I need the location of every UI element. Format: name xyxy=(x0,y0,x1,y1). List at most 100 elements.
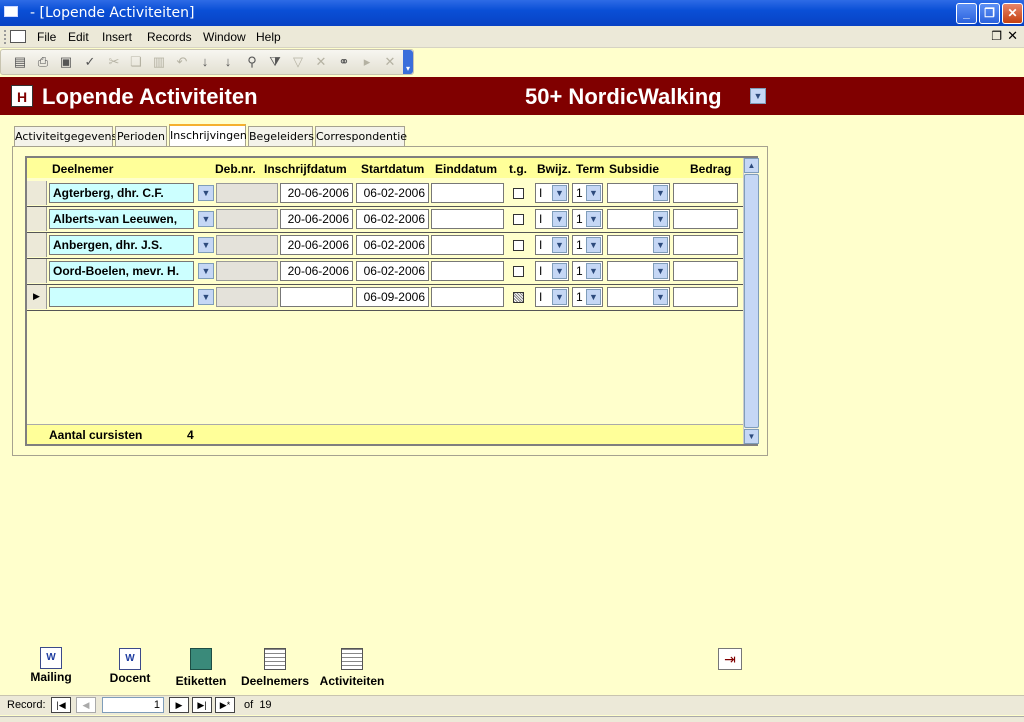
bedrag-field[interactable] xyxy=(673,209,738,229)
current-record-input[interactable]: 1 xyxy=(102,697,164,713)
print-icon[interactable]: ⎙ xyxy=(34,54,52,70)
startdatum-field[interactable]: 06-02-2006 xyxy=(356,235,429,255)
menu-window[interactable]: Window xyxy=(203,30,246,44)
first-record-icon[interactable]: |◀ xyxy=(51,697,71,713)
delete-record-icon[interactable]: ✕ xyxy=(381,54,399,70)
menu-edit[interactable]: Edit xyxy=(68,30,89,44)
deelnemer-dropdown-icon[interactable]: ▼ xyxy=(198,237,214,253)
view-icon[interactable]: ▤ xyxy=(11,54,29,70)
subsidie-combo[interactable]: ▼ xyxy=(607,235,670,255)
tab-inschrijvingen[interactable]: Inschrijvingen xyxy=(169,124,247,146)
find-icon[interactable]: ⚭ xyxy=(335,54,353,70)
bwijz-dropdown-icon[interactable]: ▼ xyxy=(552,237,567,253)
tab-activiteitgegevens[interactable]: Activiteitgegevens xyxy=(14,126,117,146)
exit-door-icon[interactable]: ⇥ xyxy=(718,648,742,670)
toolbar-grip[interactable] xyxy=(4,30,7,44)
form-control-icon[interactable] xyxy=(10,30,26,43)
tab-perioden[interactable]: Perioden xyxy=(115,126,167,146)
bwijz-combo[interactable]: I ▼ xyxy=(535,261,569,281)
apply-filter-icon[interactable]: ▽ xyxy=(289,54,307,70)
inschrijfdatum-field[interactable]: 20-06-2006 xyxy=(280,261,353,281)
maximize-button[interactable]: ❐ xyxy=(979,3,1000,24)
bedrag-field[interactable] xyxy=(673,235,738,255)
undo-icon[interactable]: ↶ xyxy=(173,54,191,70)
deelnemer-field[interactable]: Oord-Boelen, mevr. H. xyxy=(49,261,194,281)
bwijz-combo[interactable]: I ▼ xyxy=(535,235,569,255)
bwijz-combo[interactable]: I ▼ xyxy=(535,209,569,229)
tg-checkbox[interactable] xyxy=(513,188,524,199)
scroll-down-icon[interactable]: ▼ xyxy=(744,429,759,444)
subsidie-dropdown-icon[interactable]: ▼ xyxy=(653,185,668,201)
deelnemer-field[interactable]: Agterberg, dhr. C.F. xyxy=(49,183,194,203)
cut-icon[interactable]: ✂ xyxy=(105,54,123,70)
einddatum-field[interactable] xyxy=(431,235,504,255)
bwijz-dropdown-icon[interactable]: ▼ xyxy=(552,185,567,201)
deelnemer-dropdown-icon[interactable]: ▼ xyxy=(198,289,214,305)
einddatum-field[interactable] xyxy=(431,183,504,203)
inschrijfdatum-field[interactable] xyxy=(280,287,353,307)
toolbar-options-icon[interactable]: ▾ xyxy=(403,50,413,74)
minimize-button[interactable]: _ xyxy=(956,3,977,24)
scroll-up-icon[interactable]: ▲ xyxy=(744,158,759,173)
tg-checkbox[interactable] xyxy=(513,214,524,225)
scroll-thumb[interactable] xyxy=(744,174,759,428)
subsidie-dropdown-icon[interactable]: ▼ xyxy=(653,289,668,305)
filter-by-form-icon[interactable]: ⧩ xyxy=(266,54,284,70)
bwijz-dropdown-icon[interactable]: ▼ xyxy=(552,289,567,305)
bedrag-field[interactable] xyxy=(673,183,738,203)
menu-file[interactable]: File xyxy=(37,30,56,44)
tg-checkbox[interactable] xyxy=(513,240,524,251)
subsidie-combo[interactable]: ▼ xyxy=(607,209,670,229)
inschrijfdatum-field[interactable]: 20-06-2006 xyxy=(280,183,353,203)
vertical-scrollbar[interactable]: ▲ ▼ xyxy=(743,158,759,444)
previous-record-icon[interactable]: ◀ xyxy=(76,697,96,713)
bwijz-combo[interactable]: I ▼ xyxy=(535,183,569,203)
term-dropdown-icon[interactable]: ▼ xyxy=(586,237,601,253)
filter-by-selection-icon[interactable]: ⚲ xyxy=(243,54,261,70)
tg-checkbox[interactable] xyxy=(513,266,524,277)
paste-icon[interactable]: ▥ xyxy=(150,54,168,70)
deelnemers-button[interactable]: Deelnemers xyxy=(236,648,314,688)
record-selector[interactable] xyxy=(27,233,47,257)
debnr-field[interactable] xyxy=(216,209,278,229)
deelnemer-dropdown-icon[interactable]: ▼ xyxy=(198,263,214,279)
close-document-button[interactable]: ✕ xyxy=(1007,28,1018,44)
startdatum-field[interactable]: 06-02-2006 xyxy=(356,261,429,281)
menu-insert[interactable]: Insert xyxy=(102,30,132,44)
term-dropdown-icon[interactable]: ▼ xyxy=(586,289,601,305)
current-record-indicator-icon[interactable]: ▶ xyxy=(27,285,47,309)
deelnemer-dropdown-icon[interactable]: ▼ xyxy=(198,211,214,227)
subsidie-dropdown-icon[interactable]: ▼ xyxy=(653,263,668,279)
subsidie-dropdown-icon[interactable]: ▼ xyxy=(653,211,668,227)
tab-begeleiders[interactable]: Begeleiders xyxy=(248,126,314,146)
deelnemer-dropdown-icon[interactable]: ▼ xyxy=(198,185,214,201)
debnr-field[interactable] xyxy=(216,287,278,307)
activiteiten-button[interactable]: Activiteiten xyxy=(315,648,389,688)
bedrag-field[interactable] xyxy=(673,261,738,281)
spellcheck-icon[interactable]: ✓ xyxy=(81,54,99,70)
subsidie-combo[interactable]: ▼ xyxy=(607,287,670,307)
debnr-field[interactable] xyxy=(216,235,278,255)
app-icon[interactable] xyxy=(4,6,18,17)
deelnemer-field[interactable] xyxy=(49,287,194,307)
record-selector[interactable] xyxy=(27,181,47,205)
save-icon[interactable]: ▣ xyxy=(57,54,75,70)
close-button[interactable]: ✕ xyxy=(1002,3,1023,24)
menu-records[interactable]: Records xyxy=(147,30,192,44)
startdatum-field[interactable]: 06-02-2006 xyxy=(356,183,429,203)
startdatum-field[interactable]: 06-02-2006 xyxy=(356,209,429,229)
sort-descending-icon[interactable]: ↓ xyxy=(219,54,237,70)
debnr-field[interactable] xyxy=(216,183,278,203)
new-record-icon[interactable]: ▸ xyxy=(358,54,376,70)
subsidie-dropdown-icon[interactable]: ▼ xyxy=(653,237,668,253)
term-combo[interactable]: 1 ▼ xyxy=(572,235,603,255)
debnr-field[interactable] xyxy=(216,261,278,281)
einddatum-field[interactable] xyxy=(431,261,504,281)
einddatum-field[interactable] xyxy=(431,209,504,229)
term-combo[interactable]: 1 ▼ xyxy=(572,287,603,307)
sort-ascending-icon[interactable]: ↓ xyxy=(196,54,214,70)
record-selector[interactable] xyxy=(27,207,47,231)
bedrag-field[interactable] xyxy=(673,287,738,307)
subsidie-combo[interactable]: ▼ xyxy=(607,261,670,281)
bwijz-dropdown-icon[interactable]: ▼ xyxy=(552,211,567,227)
